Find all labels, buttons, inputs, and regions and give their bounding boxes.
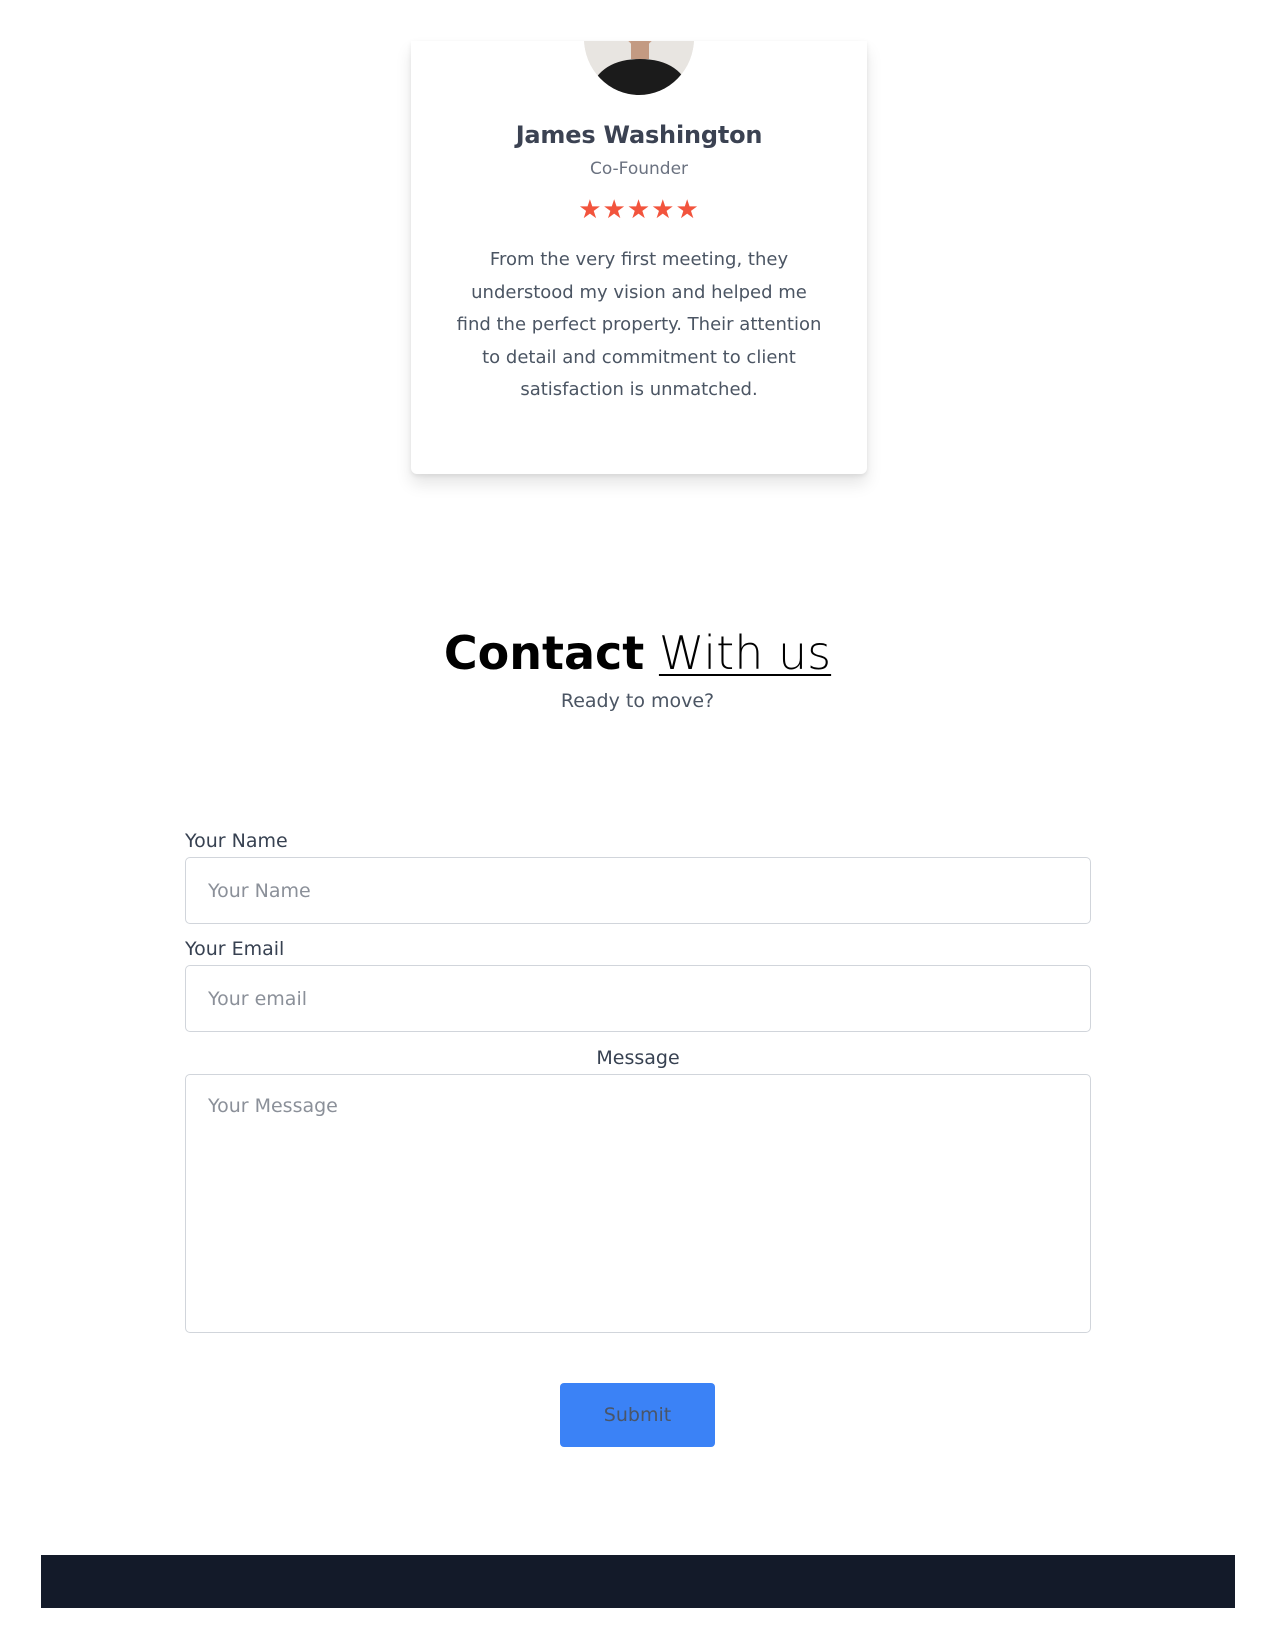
footer-bar	[41, 1555, 1235, 1608]
contact-title: Contact With us	[0, 625, 1275, 681]
testimonial-card: James Washington Co-Founder ★★★★★ From t…	[411, 41, 867, 474]
email-field[interactable]	[185, 965, 1091, 1032]
message-label: Message	[596, 1047, 680, 1069]
name-field[interactable]	[185, 857, 1091, 924]
message-field[interactable]	[185, 1074, 1091, 1333]
testimonial-name: James Washington	[515, 121, 763, 149]
contact-title-light: With us	[658, 626, 832, 680]
contact-subtitle: Ready to move?	[560, 690, 715, 712]
testimonial-quote: From the very first meeting, they unders…	[456, 249, 822, 400]
person-photo-icon	[584, 41, 694, 95]
submit-button[interactable]: Submit	[560, 1383, 715, 1447]
name-label: Your Name	[185, 830, 288, 852]
testimonial-role: Co-Founder	[589, 159, 689, 179]
avatar	[584, 41, 694, 95]
email-label: Your Email	[185, 938, 285, 960]
rating-stars: ★★★★★	[578, 195, 700, 225]
contact-title-bold: Contact	[443, 626, 645, 680]
